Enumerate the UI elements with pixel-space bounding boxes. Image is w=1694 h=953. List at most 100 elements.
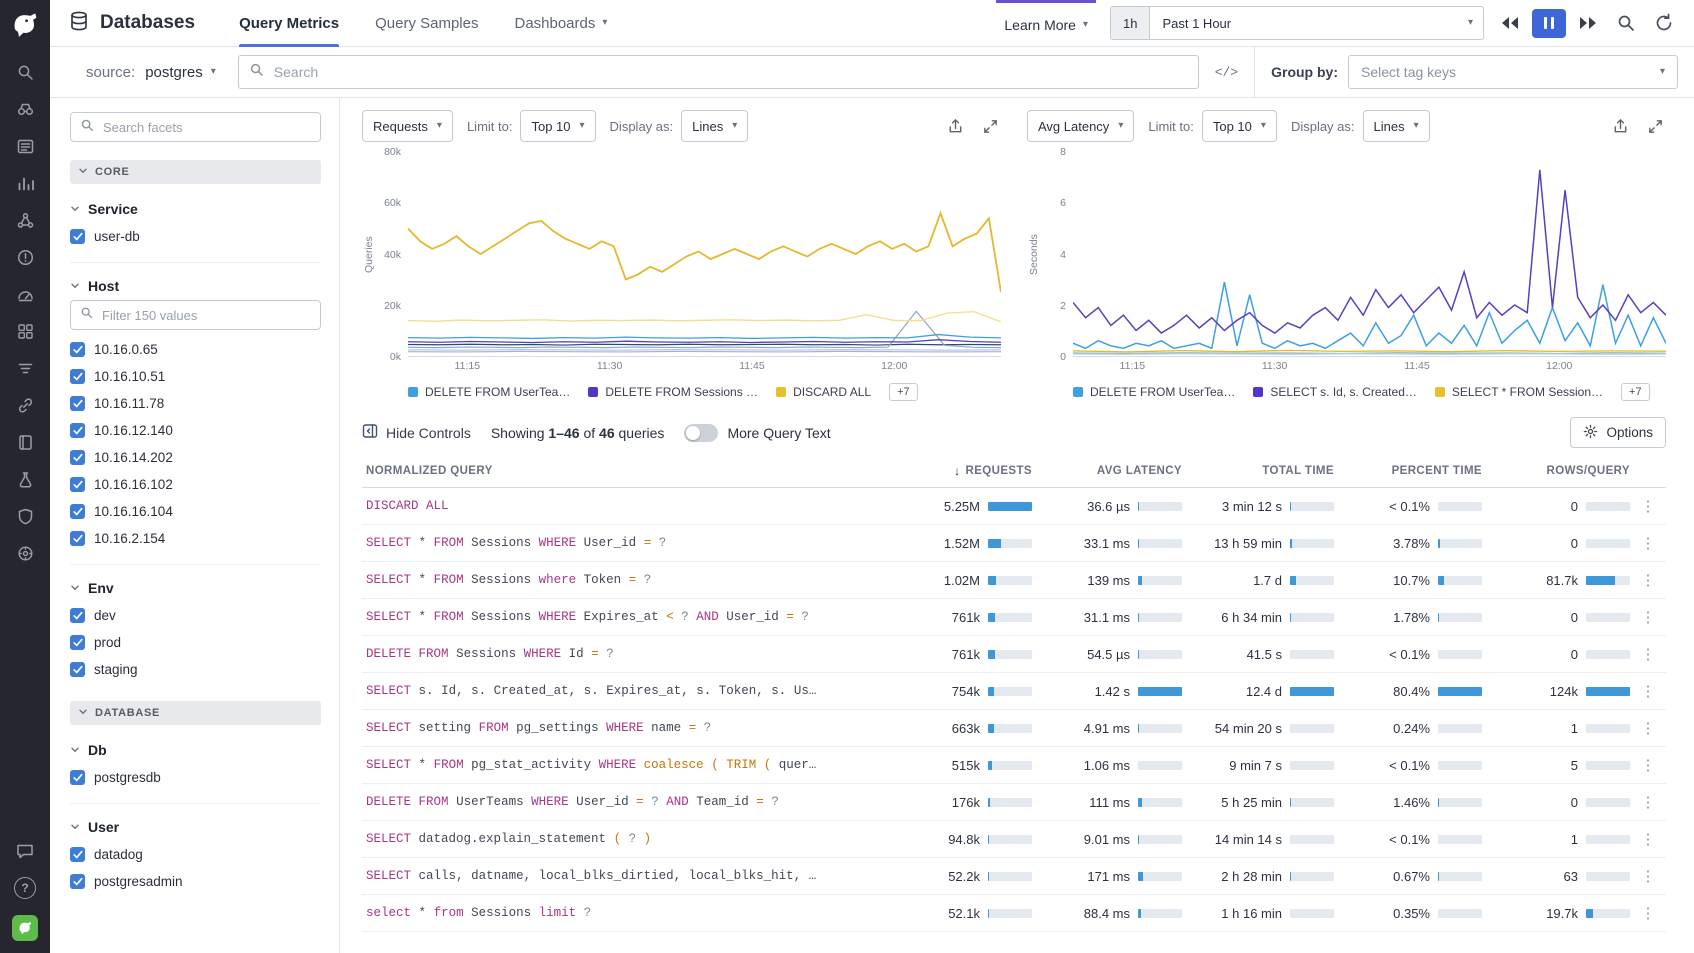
legend-more-badge[interactable]: +7 — [889, 383, 918, 401]
legend-item[interactable]: DELETE FROM UserTea… — [408, 385, 570, 399]
table-row[interactable]: select * from Sessions limit ?52.1k88.4 … — [362, 895, 1666, 932]
settings-target-icon[interactable] — [14, 543, 36, 563]
checkbox-checked[interactable] — [70, 369, 85, 384]
facet-group-header-host[interactable]: Host — [70, 278, 321, 294]
row-actions-menu[interactable]: ⋮ — [1630, 793, 1666, 811]
table-row[interactable]: SELECT setting FROM pg_settings WHERE na… — [362, 710, 1666, 747]
tab-query-metrics[interactable]: Query Metrics — [239, 0, 339, 47]
timeseries-plot[interactable]: 11:1511:3011:4512:00 — [1073, 152, 1666, 357]
pause-button[interactable] — [1532, 9, 1566, 38]
row-actions-menu[interactable]: ⋮ — [1630, 534, 1666, 552]
row-actions-menu[interactable]: ⋮ — [1630, 645, 1666, 663]
column-header-requests[interactable]: ↓REQUESTS — [890, 464, 1032, 478]
help-icon[interactable]: ? — [14, 877, 36, 899]
apm-gauge-icon[interactable] — [14, 284, 36, 304]
checkbox-checked[interactable] — [70, 847, 85, 862]
checkbox-checked[interactable] — [70, 450, 85, 465]
limit-select[interactable]: Top 10▾ — [1202, 110, 1277, 142]
query-search-box[interactable] — [238, 55, 1199, 89]
forward-button[interactable] — [1576, 13, 1600, 33]
time-range-picker[interactable]: 1h Past 1 Hour ▾ — [1110, 6, 1484, 40]
tab-dashboards[interactable]: Dashboards▾ — [514, 0, 607, 47]
rewind-button[interactable] — [1498, 13, 1522, 33]
facet-value-prod[interactable]: prod — [70, 629, 321, 656]
filters-icon[interactable] — [14, 358, 36, 378]
legend-item[interactable]: DISCARD ALL — [776, 385, 871, 399]
checkbox-checked[interactable] — [70, 477, 85, 492]
column-header-normalized-query[interactable]: NORMALIZED QUERY — [362, 465, 890, 477]
checkbox-checked[interactable] — [70, 423, 85, 438]
learn-more-dropdown[interactable]: Learn More ▾ — [996, 0, 1096, 46]
facet-value-10.16.12.140[interactable]: 10.16.12.140 — [70, 417, 321, 444]
row-actions-menu[interactable]: ⋮ — [1630, 904, 1666, 922]
facet-group-header-env[interactable]: Env — [70, 580, 321, 596]
facet-value-dev[interactable]: dev — [70, 602, 321, 629]
metric-select[interactable]: Avg Latency▾ — [1027, 110, 1134, 142]
row-actions-menu[interactable]: ⋮ — [1630, 756, 1666, 774]
checkbox-checked[interactable] — [70, 396, 85, 411]
checkbox-checked[interactable] — [70, 608, 85, 623]
table-row[interactable]: SELECT * FROM Sessions WHERE Expires_at … — [362, 599, 1666, 636]
legend-item[interactable]: DELETE FROM Sessions … — [588, 385, 758, 399]
expand-icon[interactable] — [980, 116, 1001, 137]
timeseries-plot[interactable]: 11:1511:3011:4512:00 — [408, 152, 1001, 357]
facet-search-box[interactable] — [70, 112, 321, 142]
search-input[interactable] — [272, 63, 1188, 81]
column-header-rows-query[interactable]: ROWS/QUERY — [1482, 465, 1630, 477]
metric-select[interactable]: Requests▾ — [362, 110, 453, 142]
table-row[interactable]: DELETE FROM Sessions WHERE Id = ?761k54.… — [362, 636, 1666, 673]
group-by-select[interactable]: Select tag keys ▾ — [1348, 55, 1678, 89]
table-row[interactable]: DELETE FROM UserTeams WHERE User_id = ? … — [362, 784, 1666, 821]
synthetics-flask-icon[interactable] — [14, 469, 36, 489]
facet-group-header-service[interactable]: Service — [70, 201, 321, 217]
column-header-total-time[interactable]: TOTAL TIME — [1182, 465, 1334, 477]
table-row[interactable]: SELECT calls, datname, local_blks_dirtie… — [362, 858, 1666, 895]
facet-group-header-user[interactable]: User — [70, 819, 321, 835]
checkbox-checked[interactable] — [70, 531, 85, 546]
facet-filter-input[interactable] — [100, 307, 311, 324]
hide-controls-button[interactable]: Hide Controls — [362, 423, 471, 442]
column-header-percent-time[interactable]: PERCENT TIME — [1334, 465, 1482, 477]
display-select[interactable]: Lines▾ — [681, 110, 748, 142]
bits-avatar[interactable] — [12, 915, 38, 941]
infrastructure-icon[interactable] — [14, 210, 36, 230]
facet-value-staging[interactable]: staging — [70, 656, 321, 683]
checkbox-checked[interactable] — [70, 874, 85, 889]
expand-icon[interactable] — [1645, 116, 1666, 137]
column-header-avg-latency[interactable]: AVG LATENCY — [1032, 465, 1182, 477]
checkbox-checked[interactable] — [70, 770, 85, 785]
table-row[interactable]: DISCARD ALL5.25M36.6 µs3 min 12 s< 0.1%0… — [362, 488, 1666, 525]
facet-value-10.16.16.104[interactable]: 10.16.16.104 — [70, 498, 321, 525]
table-row[interactable]: SELECT s. Id, s. Created_at, s. Expires_… — [362, 673, 1666, 710]
legend-more-badge[interactable]: +7 — [1621, 383, 1650, 401]
facet-value-10.16.2.154[interactable]: 10.16.2.154 — [70, 525, 321, 552]
tab-query-samples[interactable]: Query Samples — [375, 0, 478, 47]
row-actions-menu[interactable]: ⋮ — [1630, 830, 1666, 848]
search-nav-icon[interactable] — [14, 62, 36, 82]
options-button[interactable]: Options — [1570, 417, 1666, 448]
row-actions-menu[interactable]: ⋮ — [1630, 571, 1666, 589]
facet-value-10.16.14.202[interactable]: 10.16.14.202 — [70, 444, 321, 471]
export-icon[interactable] — [1610, 116, 1631, 137]
links-icon[interactable] — [14, 395, 36, 415]
integrations-icon[interactable] — [14, 321, 36, 341]
facet-value-postgresdb[interactable]: postgresdb — [70, 764, 321, 791]
limit-select[interactable]: Top 10▾ — [520, 110, 595, 142]
row-actions-menu[interactable]: ⋮ — [1630, 608, 1666, 626]
events-icon[interactable] — [14, 136, 36, 156]
checkbox-checked[interactable] — [70, 635, 85, 650]
facet-section-header-core[interactable]: CORE — [70, 160, 321, 184]
checkbox-checked[interactable] — [70, 504, 85, 519]
metrics-icon[interactable] — [14, 173, 36, 193]
facet-value-10.16.11.78[interactable]: 10.16.11.78 — [70, 390, 321, 417]
notebooks-icon[interactable] — [14, 432, 36, 452]
facet-value-postgresadmin[interactable]: postgresadmin — [70, 868, 321, 895]
checkbox-checked[interactable] — [70, 342, 85, 357]
facet-value-10.16.0.65[interactable]: 10.16.0.65 — [70, 336, 321, 363]
row-actions-menu[interactable]: ⋮ — [1630, 719, 1666, 737]
facet-filter-box[interactable] — [70, 300, 321, 330]
facet-value-10.16.16.102[interactable]: 10.16.16.102 — [70, 471, 321, 498]
legend-item[interactable]: SELECT s. Id, s. Created… — [1253, 385, 1417, 399]
row-actions-menu[interactable]: ⋮ — [1630, 867, 1666, 885]
table-row[interactable]: SELECT * FROM Sessions WHERE User_id = ?… — [362, 525, 1666, 562]
